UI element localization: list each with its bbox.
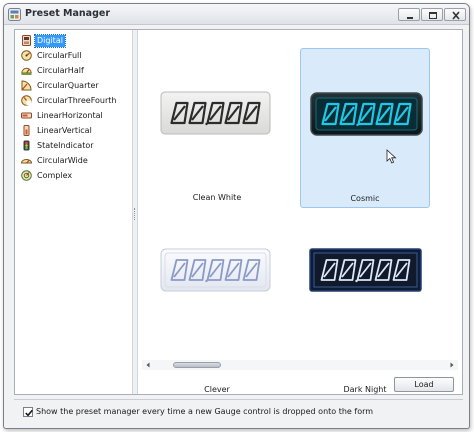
preset-label: Clean White <box>192 193 242 202</box>
dark-night-gauge-preview <box>309 248 422 292</box>
tree-item-label: CircularQuarter <box>37 80 99 90</box>
tree-item-label: CircularThreeFourth <box>37 95 117 105</box>
minimize-icon <box>407 17 413 19</box>
preset-clean-white[interactable]: Clean White <box>152 48 282 208</box>
window-title: Preset Manager <box>25 8 111 19</box>
preset-manager-window: Preset Manager Digital CircularFull Circ… <box>3 3 470 429</box>
tree-item-circularhalf[interactable]: CircularHalf <box>21 64 86 77</box>
state-indicator-icon <box>23 140 30 151</box>
tree-item-label: Digital <box>34 33 66 48</box>
circular-three-fourth-icon <box>21 95 32 106</box>
main-panel: Digital CircularFull CircularHalf Circul… <box>14 29 463 395</box>
circular-half-icon <box>21 67 32 75</box>
tree-item-digital[interactable]: Digital <box>21 33 66 48</box>
show-on-drop-checkbox[interactable] <box>23 407 33 417</box>
tree-item-label: LinearHorizontal <box>37 110 103 120</box>
load-button[interactable]: Load <box>394 377 454 392</box>
tree-item-circularwide[interactable]: CircularWide <box>21 154 90 167</box>
linear-vertical-icon <box>23 125 30 136</box>
close-icon <box>452 11 460 20</box>
tree-item-label: CircularFull <box>37 50 82 60</box>
tree-item-linearhorizontal[interactable]: LinearHorizontal <box>21 109 105 122</box>
complex-gauge-icon <box>21 170 32 181</box>
tree-item-circularfull[interactable]: CircularFull <box>21 49 83 62</box>
tree-item-circularquarter[interactable]: CircularQuarter <box>21 79 101 92</box>
mouse-cursor-icon <box>386 149 397 164</box>
tree-item-complex[interactable]: Complex <box>21 169 74 182</box>
preset-gallery: Clean White Cosmic Clever Dark Night <box>138 30 462 394</box>
scroll-right-icon[interactable] <box>448 361 456 369</box>
tree-item-stateindicator[interactable]: StateIndicator <box>21 139 96 152</box>
scrollbar-thumb[interactable] <box>173 362 221 368</box>
preset-manager-icon <box>8 8 21 21</box>
clean-white-gauge-preview <box>160 91 271 135</box>
circular-wide-icon <box>21 159 32 164</box>
preset-cosmic[interactable]: Cosmic <box>300 48 430 208</box>
cosmic-gauge-preview <box>310 92 423 136</box>
preset-clever[interactable]: Clever <box>152 234 282 394</box>
splitter-grip[interactable] <box>134 208 136 220</box>
tree-item-label: StateIndicator <box>37 140 94 150</box>
circular-full-icon <box>21 50 32 61</box>
gallery-horizontal-scrollbar[interactable] <box>142 360 458 370</box>
maximize-button[interactable] <box>421 8 443 21</box>
tree-item-circularthreefourth[interactable]: CircularThreeFourth <box>21 94 119 107</box>
linear-horizontal-icon <box>21 112 32 119</box>
tree-item-linearvertical[interactable]: LinearVertical <box>21 124 94 137</box>
clever-gauge-preview <box>160 248 271 292</box>
minimize-button[interactable] <box>398 8 420 21</box>
scroll-left-icon[interactable] <box>144 361 152 369</box>
preset-label: Cosmic <box>350 194 380 203</box>
footer: Show the preset manager every time a new… <box>14 399 463 421</box>
checkmark-icon <box>25 409 33 417</box>
preset-dark-night[interactable]: Dark Night <box>300 234 430 394</box>
tree-item-label: LinearVertical <box>37 125 92 135</box>
gauge-type-tree: Digital CircularFull CircularHalf Circul… <box>15 30 132 394</box>
maximize-icon <box>429 12 437 19</box>
circular-quarter-icon <box>21 80 32 91</box>
show-on-drop-label[interactable]: Show the preset manager every time a new… <box>36 407 373 416</box>
title-bar[interactable]: Preset Manager <box>4 4 469 25</box>
tree-item-label: CircularWide <box>37 155 88 165</box>
close-button[interactable] <box>444 8 466 21</box>
preset-label: Clever <box>204 385 230 394</box>
tree-item-label: CircularHalf <box>37 65 84 75</box>
digital-gauge-icon <box>22 35 31 46</box>
tree-item-label: Complex <box>37 170 73 180</box>
